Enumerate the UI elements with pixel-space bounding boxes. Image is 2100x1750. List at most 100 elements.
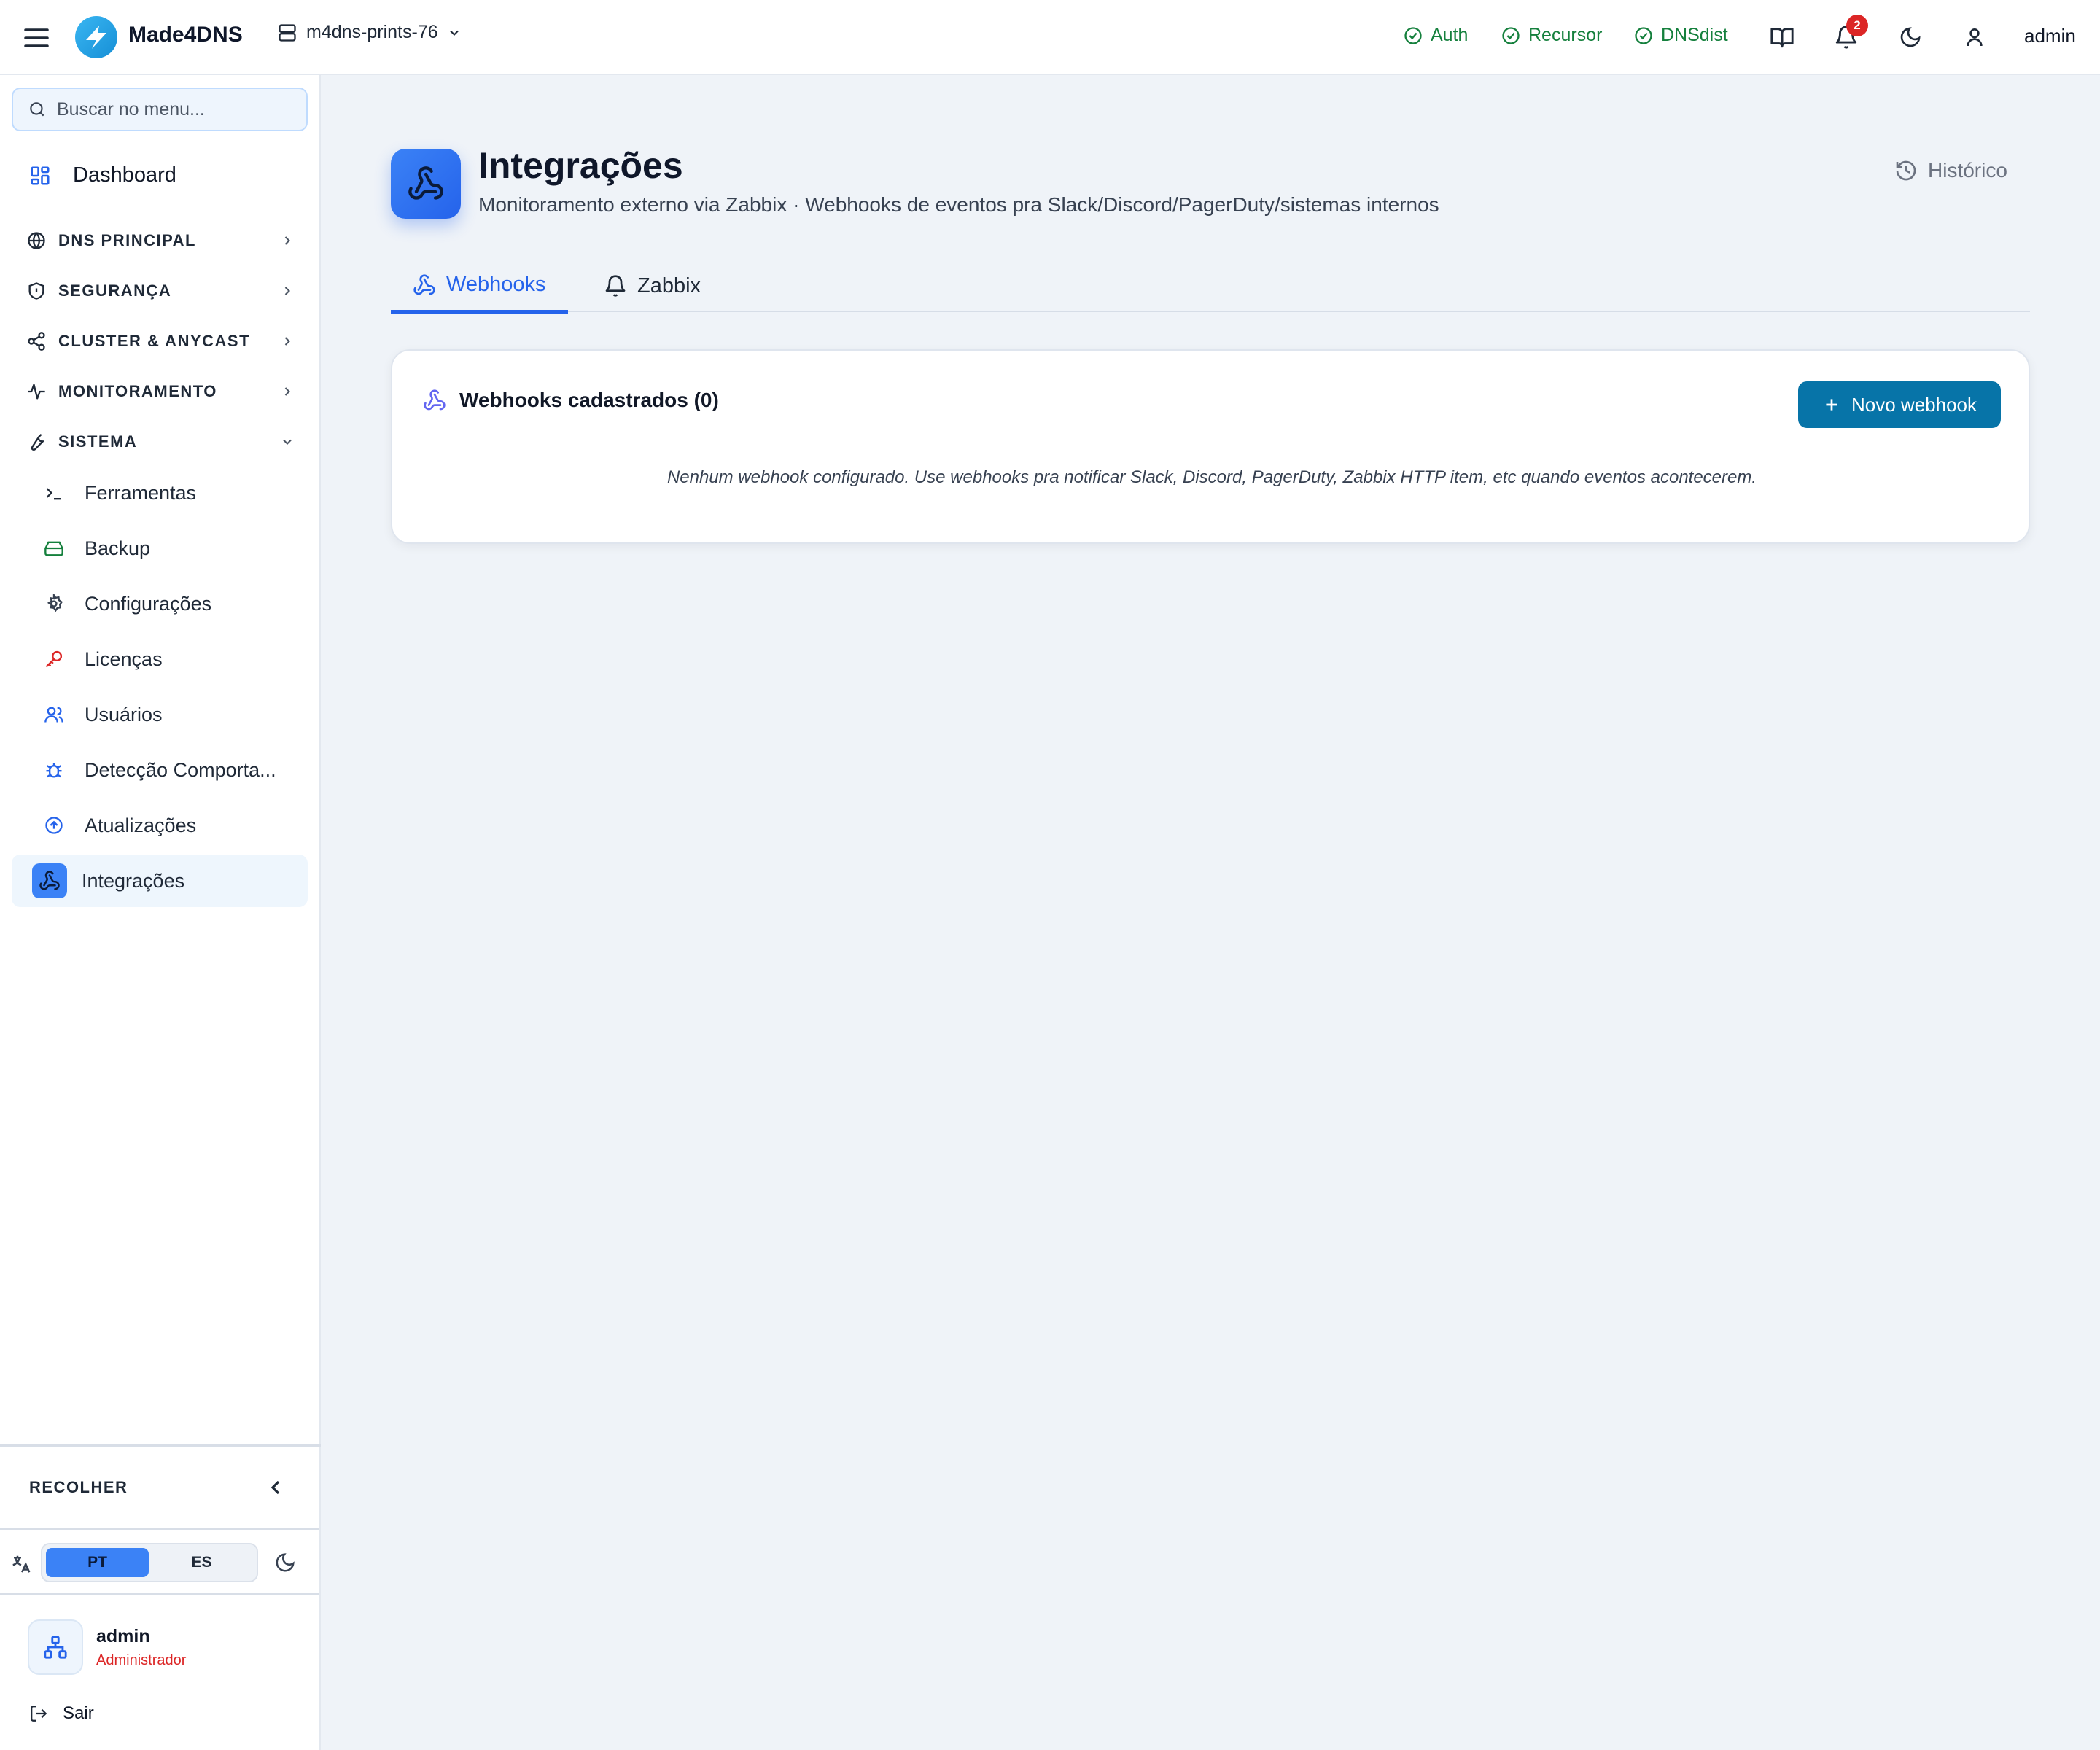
sidebar-footer: RECOLHER PT ES admin Administrador Sair	[0, 1444, 321, 1750]
shield-icon	[26, 281, 47, 301]
tab-bar: Webhooks Zabbix	[391, 260, 2030, 314]
sidebar-item-label: Integrações	[82, 869, 185, 892]
webhook-icon	[413, 273, 436, 297]
avatar[interactable]	[28, 1619, 83, 1675]
share-icon	[26, 331, 47, 351]
sidebar-user-name: admin	[96, 1626, 150, 1646]
section-label: DNS PRINCIPAL	[58, 231, 196, 249]
search-icon	[28, 100, 47, 119]
sidebar-section-seguranca[interactable]: SEGURANÇA	[26, 276, 295, 306]
hamburger-menu-icon[interactable]	[22, 24, 51, 52]
moon-icon[interactable]	[1896, 23, 1925, 52]
language-row: PT ES	[0, 1530, 319, 1595]
globe-icon	[26, 230, 47, 251]
sidebar: Dashboard DNS PRINCIPAL SEGURANÇA CLUSTE…	[0, 75, 321, 1750]
arrow-up-circle-icon	[44, 815, 64, 836]
sidebar-item-label: Usuários	[85, 703, 163, 726]
sidebar-item-licencas[interactable]: Licenças	[44, 641, 306, 677]
search-input[interactable]	[57, 98, 298, 120]
gear-icon	[44, 594, 64, 614]
section-label: CLUSTER & ANYCAST	[58, 332, 251, 350]
webhook-icon	[32, 863, 67, 898]
chevron-down-icon	[447, 26, 462, 40]
chevron-right-icon	[280, 284, 295, 298]
service-status-auth[interactable]: Auth	[1403, 25, 1468, 46]
page-title: Integrações	[478, 145, 683, 186]
notification-badge: 2	[1846, 15, 1868, 36]
history-button[interactable]: Histórico	[1894, 159, 2007, 182]
book-icon[interactable]	[1768, 23, 1797, 52]
service-status-recursor[interactable]: Recursor	[1501, 25, 1602, 46]
collapse-label: RECOLHER	[29, 1478, 128, 1496]
chevron-right-icon	[280, 233, 295, 248]
sidebar-item-label: Detecção Comporta...	[85, 758, 276, 781]
logout-icon	[29, 1704, 48, 1723]
sidebar-item-configuracoes[interactable]: Configurações	[44, 586, 306, 622]
tab-zabbix[interactable]: Zabbix	[582, 260, 723, 312]
bug-icon	[44, 760, 64, 780]
webhooks-card: Webhooks cadastrados (0) Novo webhook Ne…	[391, 349, 2030, 544]
top-user-name[interactable]: admin	[2024, 25, 2076, 47]
check-circle-icon	[1501, 26, 1521, 46]
chevron-right-icon	[280, 384, 295, 399]
card-title: Webhooks cadastrados (0)	[459, 389, 719, 411]
sidebar-section-sistema[interactable]: SISTEMA	[26, 427, 295, 456]
sidebar-section-dns-principal[interactable]: DNS PRINCIPAL	[26, 226, 295, 255]
sidebar-user-role: Administrador	[96, 1652, 187, 1668]
made4dns-logo[interactable]	[75, 16, 117, 58]
chevron-down-icon	[280, 435, 295, 449]
sidebar-item-ferramentas[interactable]: Ferramentas	[44, 475, 306, 511]
server-selector[interactable]: m4dns-prints-76	[277, 22, 462, 43]
sidebar-item-dashboard[interactable]: Dashboard	[29, 163, 176, 187]
sidebar-item-label: Dashboard	[73, 163, 176, 187]
collapse-row: RECOLHER	[0, 1447, 319, 1530]
card-header: Webhooks cadastrados (0)	[423, 389, 719, 412]
service-status-dnsdist[interactable]: DNSdist	[1633, 25, 1728, 46]
sidebar-item-label: Backup	[85, 537, 151, 559]
sidebar-item-integracoes[interactable]: Integrações	[12, 855, 308, 907]
check-circle-icon	[1403, 26, 1423, 46]
sidebar-section-monitoramento[interactable]: MONITORAMENTO	[26, 377, 295, 406]
dashboard-icon	[29, 165, 51, 187]
service-label: Recursor	[1528, 25, 1603, 45]
language-pt-button[interactable]: PT	[46, 1548, 149, 1577]
wrench-icon	[26, 432, 47, 452]
sidebar-search[interactable]	[12, 88, 308, 131]
user-icon[interactable]	[1960, 23, 1989, 52]
brand-name[interactable]: Made4DNS	[128, 23, 243, 47]
logout-label: Sair	[63, 1703, 94, 1723]
activity-icon	[26, 381, 47, 402]
users-icon	[44, 704, 64, 725]
logout-button[interactable]: Sair	[29, 1703, 94, 1724]
sidebar-item-backup[interactable]: Backup	[44, 530, 306, 567]
sidebar-item-label: Atualizações	[85, 814, 197, 836]
section-label: SISTEMA	[58, 432, 138, 451]
language-es-button[interactable]: ES	[150, 1548, 253, 1577]
chevron-right-icon	[280, 334, 295, 349]
section-label: MONITORAMENTO	[58, 382, 217, 400]
hard-drive-icon	[44, 538, 64, 559]
bell-icon	[604, 274, 627, 298]
sidebar-item-atualizacoes[interactable]: Atualizações	[44, 807, 306, 844]
new-webhook-button[interactable]: Novo webhook	[1798, 381, 2001, 428]
sidebar-item-deteccao[interactable]: Detecção Comporta...	[44, 752, 306, 788]
empty-state-message: Nenhum webhook configurado. Use webhooks…	[666, 467, 1757, 487]
key-icon	[44, 649, 64, 669]
webhook-icon	[423, 389, 446, 412]
sidebar-item-label: Configurações	[85, 592, 212, 615]
sidebar-item-label: Licenças	[85, 648, 163, 670]
history-label: Histórico	[1928, 159, 2007, 182]
service-label: Auth	[1431, 25, 1469, 45]
section-label: SEGURANÇA	[58, 281, 172, 300]
server-name: m4dns-prints-76	[306, 22, 438, 42]
tab-webhooks[interactable]: Webhooks	[391, 260, 568, 314]
sidebar-item-usuarios[interactable]: Usuários	[44, 696, 306, 733]
language-toggle: PT ES	[41, 1543, 258, 1582]
tab-label: Zabbix	[637, 273, 701, 298]
chevron-left-icon[interactable]	[264, 1476, 287, 1499]
moon-icon[interactable]	[274, 1552, 296, 1574]
tab-label: Webhooks	[446, 273, 546, 296]
top-bar: Made4DNS m4dns-prints-76 Auth Recursor D…	[0, 0, 2100, 75]
page-header-icon	[391, 149, 461, 219]
sidebar-section-cluster-anycast[interactable]: CLUSTER & ANYCAST	[26, 327, 295, 356]
